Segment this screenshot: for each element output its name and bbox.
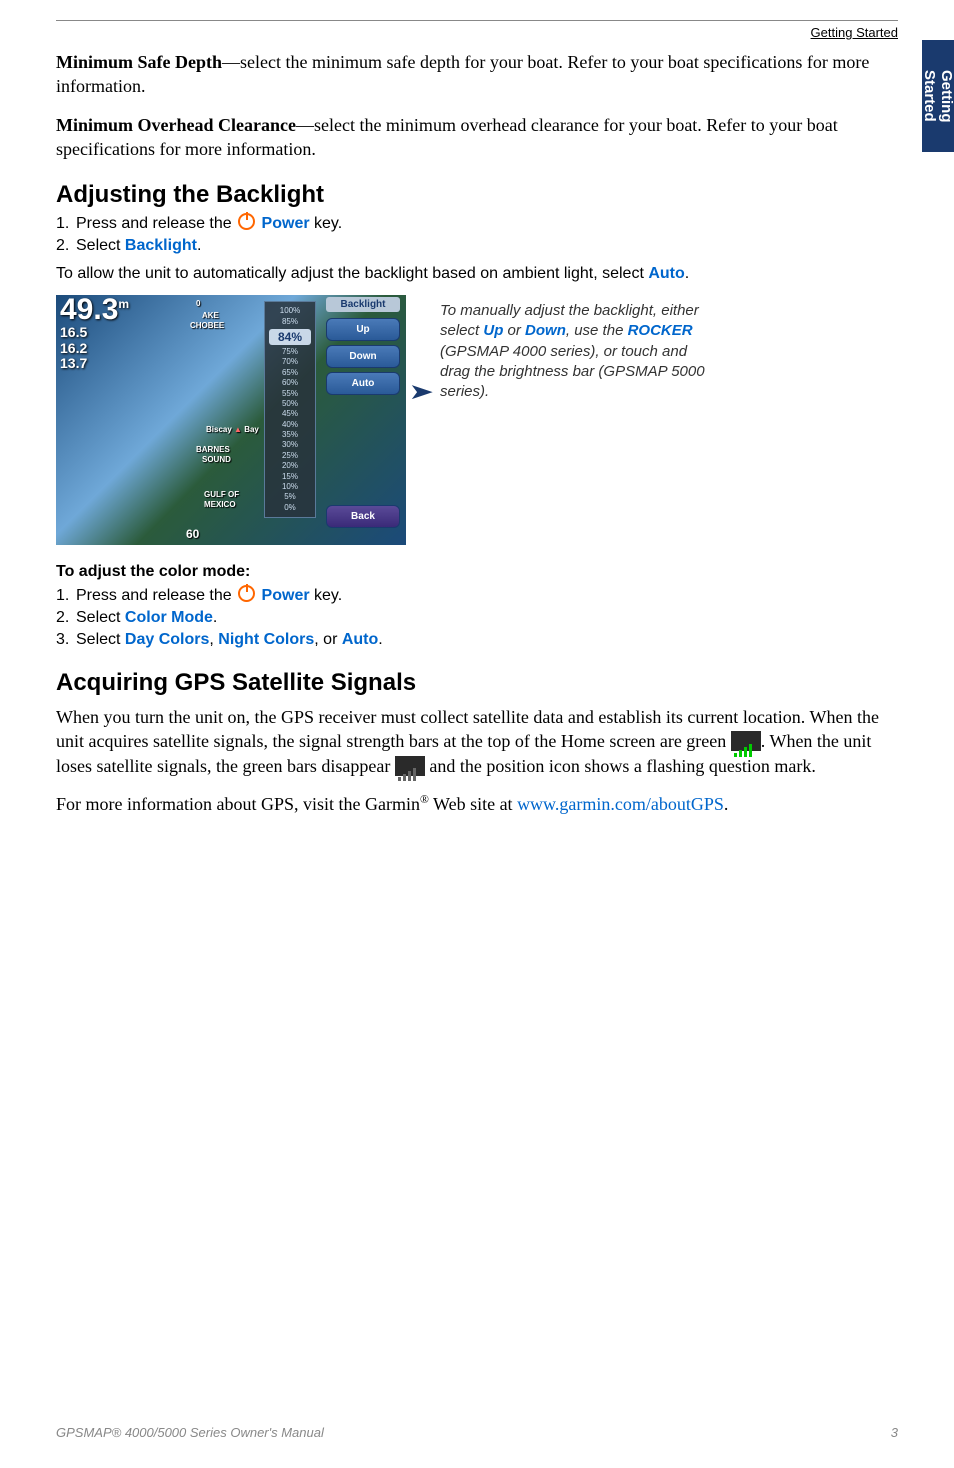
device-screenshot: 49.3m 16.5 16.2 13.7 0 AKE CHOBEE Biscay… [56, 295, 406, 545]
backlight-step-1: 1.Press and release the Power key. [56, 213, 898, 233]
colormode-step-2: 2.Select Color Mode. [56, 609, 898, 627]
header-section: Getting Started [56, 25, 898, 40]
map-chobee: CHOBEE [190, 321, 224, 330]
depth-sub-2: 16.2 [60, 341, 129, 356]
map-biscay: Biscay ▲ Bay [206, 425, 259, 434]
colormode-menu-label: Color Mode [125, 609, 213, 626]
min-depth-term: Minimum Safe Depth [56, 52, 222, 72]
power-icon [238, 585, 255, 602]
back-button[interactable]: Back [326, 505, 400, 528]
power-key-label: Power [262, 215, 310, 232]
depth-sub-3: 13.7 [60, 356, 129, 371]
pct-85: 85% [265, 317, 315, 327]
para-min-depth: Minimum Safe Depth—select the minimum sa… [56, 50, 898, 99]
heading-backlight: Adjusting the Backlight [56, 181, 898, 209]
power-key-label: Power [262, 587, 310, 604]
brightness-panel: 100% 85% 84% 75% 70% 65% 60% 55% 50% 45%… [264, 301, 316, 518]
screenshot-caption: To manually adjust the backlight, either… [406, 295, 720, 545]
footer-page: 3 [891, 1425, 898, 1440]
satellite-bars-gray-icon [395, 756, 425, 776]
map-scale-bottom: 60 [186, 527, 199, 541]
backlight-step-2: 2.Select Backlight. [56, 237, 898, 255]
colormode-step-1: 1.Press and release the Power key. [56, 585, 898, 605]
garmin-link[interactable]: www.garmin.com/aboutGPS [517, 794, 724, 814]
auto-label: Auto [648, 265, 684, 282]
auto-button[interactable]: Auto [326, 372, 400, 395]
backlight-note: To allow the unit to automatically adjus… [56, 265, 898, 283]
depth-sub-1: 16.5 [60, 325, 129, 340]
heading-gps: Acquiring GPS Satellite Signals [56, 669, 898, 697]
pct-100: 100% [265, 306, 315, 316]
satellite-bars-green-icon [731, 731, 761, 751]
gps-para-1: When you turn the unit on, the GPS recei… [56, 705, 898, 778]
map-scale-top: 0 [196, 299, 200, 308]
map-mexico: MEXICO [204, 500, 236, 509]
heading-color-mode: To adjust the color mode: [56, 563, 898, 581]
gps-para-2: For more information about GPS, visit th… [56, 792, 898, 816]
up-button[interactable]: Up [326, 318, 400, 341]
colormode-step-3: 3.Select Day Colors, Night Colors, or Au… [56, 631, 898, 649]
callout-arrow-icon: ➤ [408, 379, 434, 405]
map-barnes: BARNES [196, 445, 230, 454]
backlight-panel-title: Backlight [326, 297, 400, 312]
power-icon [238, 213, 255, 230]
depth-main: 49.3m [60, 295, 129, 325]
backlight-menu-label: Backlight [125, 237, 197, 254]
map-gulf: GULF OF [204, 490, 239, 499]
map-sound: SOUND [202, 455, 231, 464]
footer-title: GPSMAP® 4000/5000 Series Owner's Manual [56, 1425, 324, 1440]
down-button[interactable]: Down [326, 345, 400, 368]
map-lake: AKE [202, 311, 219, 320]
para-min-clearance: Minimum Overhead Clearance—select the mi… [56, 113, 898, 162]
min-clearance-term: Minimum Overhead Clearance [56, 115, 296, 135]
pct-current: 84% [269, 329, 311, 345]
side-tab: Getting Started [922, 40, 954, 152]
